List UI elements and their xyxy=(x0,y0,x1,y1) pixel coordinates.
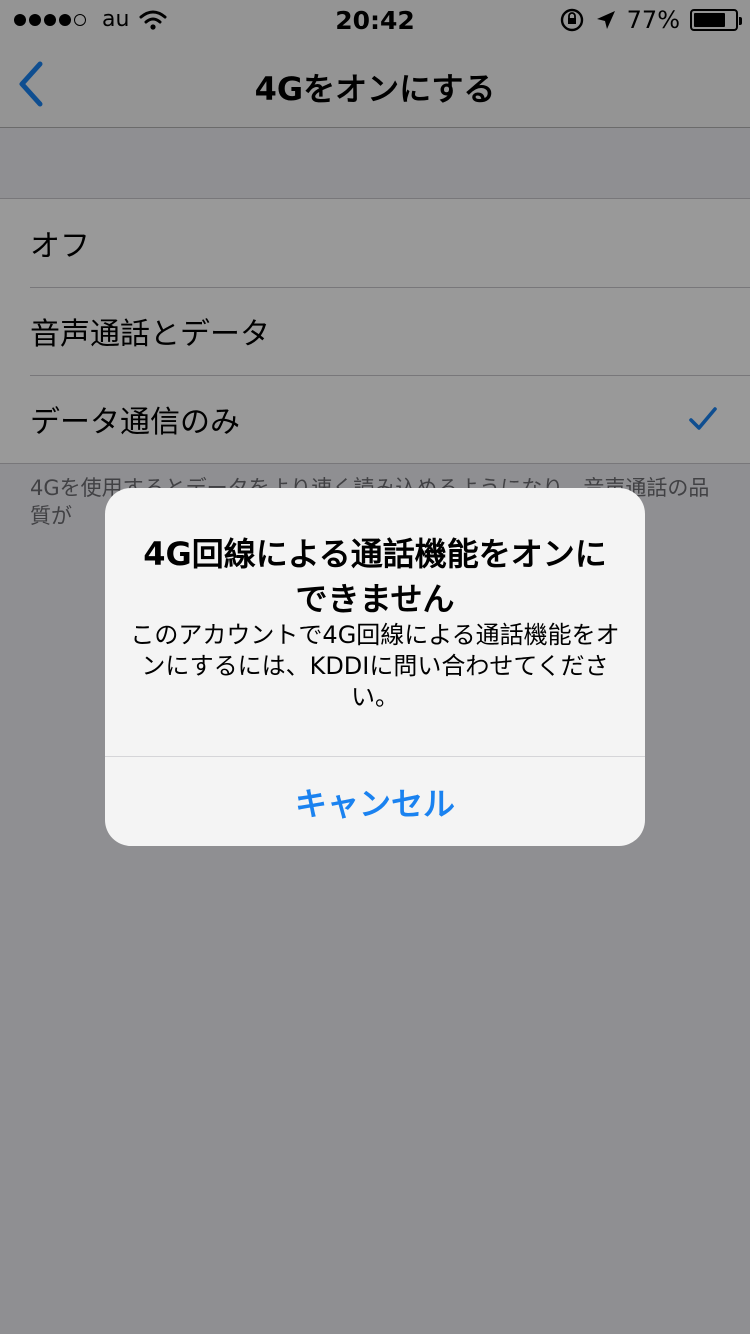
cancel-button[interactable]: キャンセル xyxy=(105,757,645,846)
alert-dialog: 4G回線による通話機能をオンにできません このアカウントで4G回線による通話機能… xyxy=(105,488,645,846)
settings-screen: au 20:42 77% 4Gをオンにする オフ 音声通話とデータ データ通信の… xyxy=(0,0,750,1334)
alert-message: このアカウントで4G回線による通話機能をオンにするには、KDDIに問い合わせてく… xyxy=(130,621,620,711)
alert-title: 4G回線による通話機能をオンにできません xyxy=(143,535,607,618)
